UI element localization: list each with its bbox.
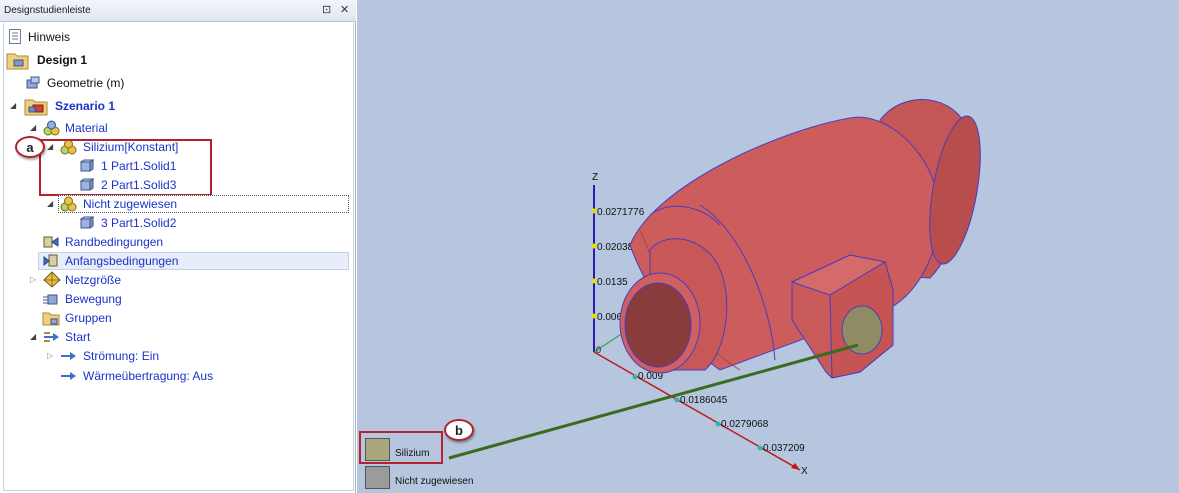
annotation-frame-b	[359, 431, 443, 464]
start-icon	[44, 332, 59, 342]
z-tick-label: 0.0135	[597, 277, 628, 288]
z-tick-marker	[591, 278, 597, 284]
collapse-arrow-icon[interactable]: ◢	[47, 195, 53, 213]
legend-swatch-nicht-zugewiesen[interactable]	[365, 466, 390, 489]
tree-item-geometrie[interactable]: Geometrie (m)	[0, 74, 350, 92]
scenario-folder-icon	[24, 99, 48, 116]
tree-label: 3 Part1.Solid2	[101, 216, 177, 230]
heat-transfer-icon	[61, 372, 76, 380]
legend-label-nicht-zugewiesen: Nicht zugewiesen	[395, 476, 474, 487]
design-folder-icon	[6, 53, 29, 70]
x-tick-label: 0.037209	[763, 443, 805, 454]
z-tick-label: 0.0271776	[597, 207, 645, 218]
tree-label: Netzgröße	[65, 273, 122, 287]
tree-item-start[interactable]: ◢ Start	[0, 328, 350, 346]
tree-item-hinweis[interactable]: Hinweis	[0, 28, 350, 46]
expand-arrow-icon[interactable]: ▷	[47, 347, 53, 365]
boundary-conditions-icon	[43, 236, 59, 248]
tree-label: Nicht zugewiesen	[83, 197, 178, 211]
collapse-arrow-icon[interactable]: ◢	[30, 119, 36, 137]
motion-icon	[43, 294, 58, 305]
tree-label: Gruppen	[65, 311, 112, 325]
x-axis-arrow	[791, 463, 800, 470]
z-tick-label: 0	[596, 345, 601, 355]
pin-icon[interactable]: ⊡	[322, 3, 331, 16]
model-scene[interactable]: Z X 0.0271776 0.0203832 0.0135 0.0067 0 …	[357, 0, 1179, 493]
tree-label: Material	[65, 121, 108, 135]
close-icon[interactable]: ✕	[340, 3, 349, 16]
x-tick-marker	[674, 397, 680, 403]
tree-label: Anfangsbedingungen	[65, 254, 179, 268]
tree-item-anfangsbedingungen[interactable]: Anfangsbedingungen	[0, 252, 350, 270]
tree-item-nicht-zugewiesen[interactable]: ◢ Nicht zugewiesen	[0, 195, 350, 213]
note-icon	[9, 29, 21, 44]
material-icon	[60, 196, 77, 212]
graphics-viewport[interactable]: Z X 0.0271776 0.0203832 0.0135 0.0067 0 …	[357, 0, 1179, 493]
annotation-frame-a	[39, 139, 212, 196]
solid-body-icon	[80, 216, 94, 229]
tree-item-solid2[interactable]: 3 Part1.Solid2	[0, 214, 350, 232]
tree-item-stroemung[interactable]: ▷ Strömung: Ein	[0, 347, 350, 365]
material-icon	[43, 120, 60, 136]
x-tick-marker	[757, 445, 763, 451]
tree-label: Hinweis	[28, 30, 71, 44]
tree-label: Szenario 1	[55, 99, 116, 113]
mesh-icon	[43, 271, 61, 288]
z-axis-label: Z	[592, 172, 598, 183]
collapse-arrow-icon[interactable]: ◢	[30, 328, 36, 346]
tree-item-gruppen[interactable]: Gruppen	[0, 309, 350, 327]
tree-label: Randbedingungen	[65, 235, 164, 249]
tree-item-netzgroesse[interactable]: ▷ Netzgröße	[0, 271, 350, 289]
panel-header: Designstudienleiste ⊡ ✕	[0, 0, 356, 22]
tree-item-waermeuebertragung[interactable]: Wärmeübertragung: Aus	[0, 367, 350, 385]
x-tick-label: 0.0279068	[721, 419, 769, 430]
callout-b: b	[444, 419, 474, 441]
z-tick-marker	[591, 208, 597, 214]
tree-label: Bewegung	[65, 292, 122, 306]
z-tick-marker	[591, 243, 597, 249]
x-tick-marker	[715, 421, 721, 427]
groups-icon	[42, 312, 60, 326]
flow-icon	[61, 352, 76, 360]
x-tick-label: 0.0186045	[680, 395, 728, 406]
callout-a: a	[15, 136, 45, 158]
tree-item-randbedingungen[interactable]: Randbedingungen	[0, 233, 350, 251]
tree-label: Start	[65, 330, 91, 344]
z-tick-marker	[591, 313, 597, 319]
tree-label: Wärmeübertragung: Aus	[83, 369, 214, 383]
tree-item-material[interactable]: ◢ Material	[0, 119, 350, 137]
tree-label: Design 1	[37, 53, 88, 67]
tree-item-szenario[interactable]: ◢ Szenario 1	[0, 97, 350, 116]
expand-arrow-icon[interactable]: ▷	[30, 271, 36, 289]
design-study-bar: Designstudienleiste ⊡ ✕ Hinweis Design 1…	[0, 0, 356, 493]
collapse-arrow-icon[interactable]: ◢	[10, 97, 16, 115]
tree-label: Strömung: Ein	[83, 349, 160, 363]
tree-label: Geometrie (m)	[47, 76, 125, 90]
initial-conditions-icon	[43, 254, 58, 267]
tree-item-bewegung[interactable]: Bewegung	[0, 290, 350, 308]
tree-item-design[interactable]: Design 1	[0, 51, 350, 70]
panel-title: Designstudienleiste	[4, 5, 91, 16]
x-axis-label: X	[801, 466, 808, 477]
geometry-icon	[26, 76, 40, 89]
x-tick-marker	[632, 374, 638, 380]
